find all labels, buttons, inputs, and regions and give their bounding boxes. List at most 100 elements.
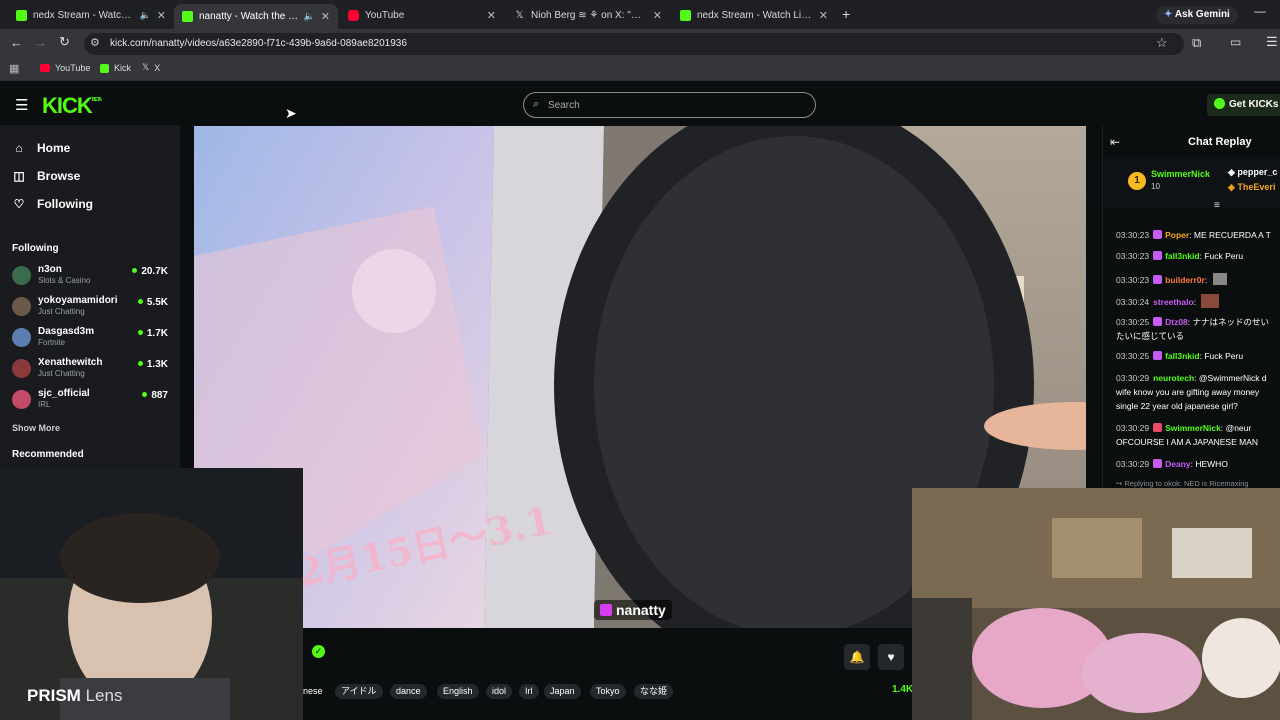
stream-tag[interactable]: なな姫 [634,684,674,699]
stream-watermark: nanatty [594,600,672,620]
username[interactable]: streethalo [1153,297,1194,307]
close-tab-icon[interactable]: ✕ [157,9,166,22]
hamburger-menu-icon[interactable]: ☰ [15,96,28,114]
sidebar-item-home[interactable]: ⌂ Home [12,141,70,155]
search-input[interactable]: ⌕ Search [523,92,816,118]
browser-toolbar: ← → ↻ ⚙ kick.com/nanatty/videos/a63e2890… [0,29,1280,59]
stream-tag[interactable]: アイドル [335,684,383,699]
collapse-chat-icon[interactable]: ⇤ [1110,135,1120,149]
ask-gemini-button[interactable]: ✦ Ask Gemini [1156,6,1238,24]
browser-tab[interactable]: 𝕏 Nioh Berg ≋ ⚘ on X: "Mojtaba ✕ [506,4,670,26]
username[interactable]: Poper [1165,230,1189,240]
lens-text: Lens [85,686,123,705]
gifter-name[interactable]: SwimmerNick [1151,169,1210,179]
new-tab-button[interactable]: + [842,6,850,22]
timestamp: 03:30:23 [1116,275,1150,285]
username[interactable]: Dtz08 [1165,317,1188,327]
username[interactable]: fall3nkid [1165,251,1199,261]
bookmark-x[interactable]: 𝕏 X [142,62,160,73]
timestamp: 03:30:29 [1116,373,1150,383]
gifter-name[interactable]: ◈ pepper_c [1228,167,1277,178]
follow-heart-button[interactable]: ♥ [878,644,904,670]
avatar [12,266,31,285]
username[interactable]: Deany [1165,459,1191,469]
viewer-count: 5.5K [138,297,168,308]
menu-icon[interactable]: ☰ [1266,34,1278,50]
gemini-sparkle-icon: ✦ [1164,9,1173,20]
chat-message: 03:30:25 fall3nkid: Fuck Peru [1116,351,1244,361]
close-tab-icon[interactable]: ✕ [321,10,330,23]
chat-message: 03:30:25 Dtz08: ナナはネッドのせい [1116,317,1270,327]
stream-tag[interactable]: nese [303,684,329,699]
stream-tag[interactable]: English [437,684,479,699]
prism-text: PRISM [27,686,81,705]
search-icon: ⌕ [533,98,540,110]
channel-name: sjc_official [38,388,90,399]
stream-tag[interactable]: idol [486,684,513,699]
message-text: Fuck Peru [1204,251,1244,261]
show-more-button[interactable]: Show More [12,423,60,433]
username[interactable]: SwimmerNick [1165,423,1221,433]
bookmark-star-icon[interactable]: ☆ [1156,35,1168,51]
avatar [12,359,31,378]
bookmark-kick[interactable]: Kick [100,63,131,73]
browser-tab[interactable]: nedx Stream - Watch Live o 🔈 ✕ [8,4,174,26]
following-channel[interactable]: yokoyamamidori Just Chatting 5.5K [12,293,168,319]
following-channel[interactable]: sjc_official IRL 887 [12,386,168,412]
home-icon: ⌂ [15,141,23,155]
stream-tag[interactable]: Irl [519,684,539,699]
expand-gifters-icon[interactable]: ≡ [1214,200,1220,211]
chat-message: 03:30:23 Poper: ME RECUERDA A T [1116,230,1271,240]
following-channel[interactable]: Dasgasd3m Fortnite 1.7K [12,324,168,350]
sidebar-item-following[interactable]: ♡ Following [12,197,93,211]
gifter-name-text: TheEveri [1237,182,1276,192]
site-info-icon[interactable]: ⚙ [90,36,100,49]
chat-message: 03:30:23 builderr0r: [1116,273,1280,285]
avatar [12,297,31,316]
back-arrow-icon[interactable]: ← [10,35,23,50]
browser-tab[interactable]: nedx Stream - Watch Live on Ki ✕ [672,4,836,26]
following-channel[interactable]: n3on Slots & Casino 20.7K [12,262,168,288]
bookmark-label: Kick [114,63,132,73]
get-kicks-button[interactable]: Get KICKs [1207,94,1280,116]
bookmark-youtube[interactable]: YouTube [40,63,90,73]
stream-tag[interactable]: Japan [544,684,581,699]
watermark-text: nanatty [616,602,666,618]
prism-lens-watermark: PRISM Lens [27,686,122,706]
browser-tab-strip: nedx Stream - Watch Live o 🔈 ✕ nanatty -… [0,0,1280,29]
address-bar[interactable]: ⚙ kick.com/nanatty/videos/a63e2890-f71c-… [84,33,1184,55]
username[interactable]: neurotech [1153,373,1194,383]
reload-icon[interactable]: ↻ [59,34,70,50]
browser-tab[interactable]: YouTube ✕ [340,4,504,26]
stream-tag[interactable]: dance [390,684,427,699]
close-tab-icon[interactable]: ✕ [487,9,496,22]
apps-grid-icon[interactable]: ▦ [9,62,19,75]
side-panel-icon[interactable]: ▭ [1230,35,1241,49]
sub-badge-icon [1153,275,1163,284]
notification-bell-button[interactable]: 🔔 [844,644,870,670]
extensions-icon[interactable]: ⧉ [1192,35,1201,51]
sub-badge-icon [1153,317,1163,326]
close-tab-icon[interactable]: ✕ [653,9,662,22]
kick-logo[interactable]: KICKBETA [42,93,102,119]
minimize-window-icon[interactable]: — [1254,4,1266,18]
bookmarks-bar: ▦ YouTube Kick 𝕏 X [0,59,1280,81]
sidebar-item-browse[interactable]: ◫ Browse [12,169,80,183]
forward-arrow-icon[interactable]: → [34,35,47,50]
viewer-count: 1.3K [138,359,168,370]
avatar [12,390,31,409]
channel-category: Just Chatting [38,369,85,378]
channel-name: Dasgasd3m [38,326,95,337]
username[interactable]: fall3nkid [1165,351,1199,361]
kicks-coin-icon [1214,98,1225,109]
reply-text: Replying to okok: NED is Ricemaxing [1124,479,1249,488]
gifter-name[interactable]: ◈ TheEveri [1228,182,1275,193]
timestamp: 03:30:23 [1116,251,1150,261]
sub-badge-icon [1153,230,1163,239]
username[interactable]: builderr0r [1165,275,1205,285]
timestamp: 03:30:29 [1116,459,1150,469]
following-channel[interactable]: Xenathewitch Just Chatting 1.3K [12,355,168,381]
stream-tag[interactable]: Tokyo [590,684,626,699]
browser-tab-active[interactable]: nanatty - Watch the VOD o 🔈 ✕ [174,4,338,29]
close-tab-icon[interactable]: ✕ [819,9,828,22]
